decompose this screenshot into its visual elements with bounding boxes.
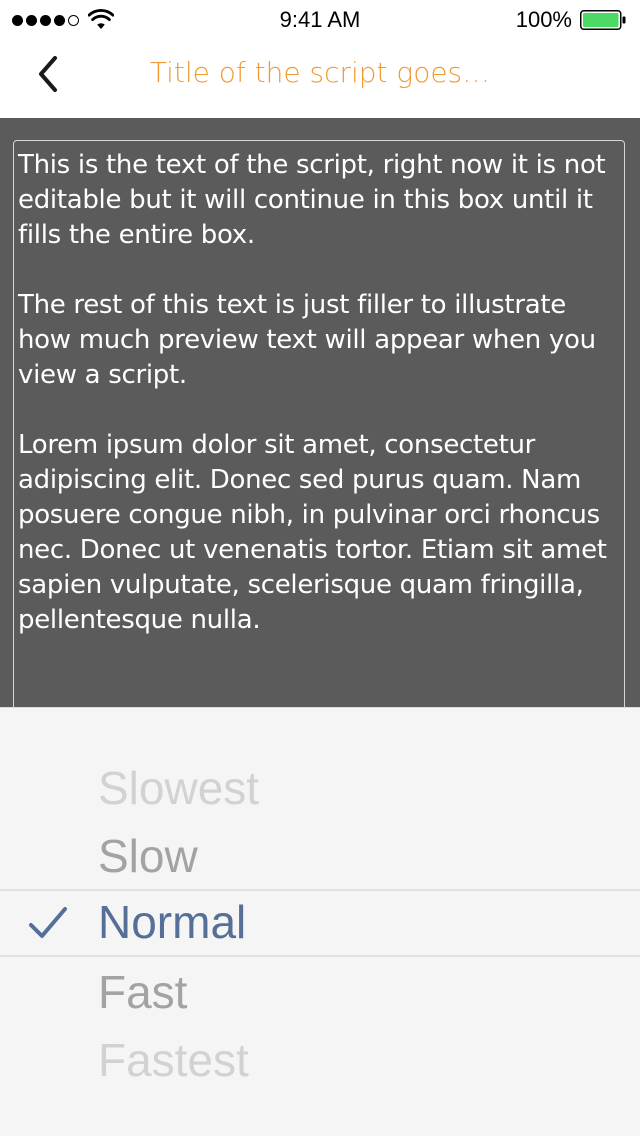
script-preview-area: This is the text of the script, right no… bbox=[0, 118, 640, 707]
battery-percent: 100% bbox=[515, 7, 572, 32]
navigation-bar: Title of the script goes… bbox=[0, 40, 640, 118]
speed-option-normal[interactable]: Normal bbox=[0, 889, 640, 957]
status-bar: 9:41 AM 100% bbox=[0, 0, 640, 40]
checkmark-icon bbox=[29, 907, 67, 938]
speed-option-fast[interactable]: Fast bbox=[0, 958, 640, 1026]
script-paragraph: This is the text of the script, right no… bbox=[18, 150, 606, 250]
speed-option-slowest[interactable]: Slowest bbox=[0, 754, 640, 822]
speed-option-fastest[interactable]: Fastest bbox=[0, 1026, 640, 1094]
script-paragraph: Lorem ipsum dolor sit amet, consectetur … bbox=[18, 430, 607, 635]
script-paragraph: The rest of this text is just filler to … bbox=[18, 290, 596, 390]
speed-option-slow[interactable]: Slow bbox=[0, 822, 640, 890]
script-title: Title of the script goes… bbox=[149, 56, 491, 89]
speed-option-label: Fastest bbox=[98, 1034, 249, 1086]
speed-option-label: Normal bbox=[98, 896, 247, 948]
battery-icon bbox=[580, 10, 626, 30]
speed-picker[interactable]: Slowest Slow Normal Fast Fastest bbox=[0, 707, 640, 1136]
speed-option-label: Slowest bbox=[98, 762, 260, 814]
speed-option-label: Slow bbox=[98, 830, 198, 882]
speed-option-label: Fast bbox=[98, 966, 188, 1018]
script-text-box: This is the text of the script, right no… bbox=[13, 140, 625, 707]
